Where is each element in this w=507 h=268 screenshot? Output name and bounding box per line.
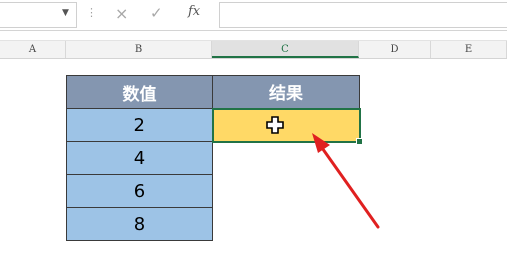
value-cell[interactable]: 2: [66, 108, 213, 142]
column-header-e[interactable]: E: [431, 41, 507, 58]
fx-icon[interactable]: fx: [188, 4, 200, 19]
header-cell-result[interactable]: 结果: [212, 75, 360, 109]
separator-dots-icon: ⋮: [86, 6, 97, 19]
table-header-row: 数值 结果: [66, 75, 360, 109]
column-header-a[interactable]: A: [0, 41, 66, 58]
formula-input[interactable]: [219, 2, 507, 28]
column-header-b[interactable]: B: [66, 41, 212, 58]
header-cell-value[interactable]: 数值: [66, 75, 213, 109]
name-box[interactable]: ▼: [0, 2, 77, 28]
column-header-d[interactable]: D: [359, 41, 431, 58]
column-header-c[interactable]: C: [212, 41, 359, 58]
cancel-icon[interactable]: ×: [115, 4, 128, 23]
enter-icon[interactable]: ✓: [150, 4, 163, 22]
dropdown-arrow-icon[interactable]: ▼: [62, 8, 69, 18]
column-header-row: A B C D E: [0, 40, 507, 59]
value-cell[interactable]: 4: [66, 141, 213, 175]
value-cell[interactable]: 8: [66, 207, 213, 241]
annotation-arrow-icon: [312, 133, 380, 229]
cell-cursor-icon: [265, 115, 284, 134]
formula-bar: ▼ ⋮ × ✓ fx: [0, 0, 507, 31]
value-cell[interactable]: 6: [66, 174, 213, 208]
